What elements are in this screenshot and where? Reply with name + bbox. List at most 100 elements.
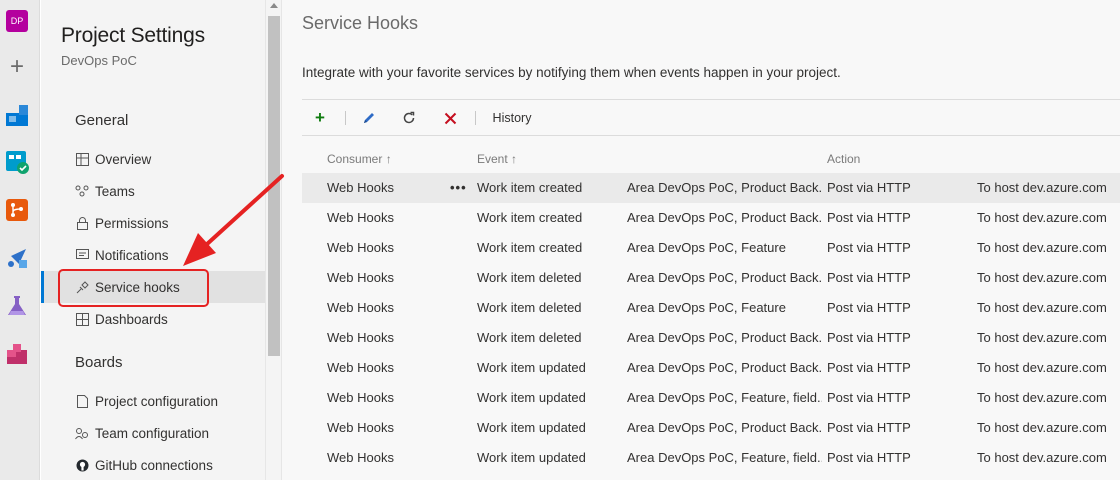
cell-consumer: Web Hooks [327, 360, 394, 375]
sidebar-item-github-connections[interactable]: GitHub connections [41, 449, 265, 480]
column-header-event[interactable]: Event ↑ [477, 152, 517, 166]
overview-icon [75, 152, 89, 166]
section-heading-boards: Boards [75, 354, 123, 371]
cell-action: Post via HTTP [827, 210, 911, 225]
settings-sidebar: Project Settings DevOps PoC General Over… [41, 0, 265, 480]
sidebar-title: Project Settings [61, 24, 205, 47]
edit-button[interactable] [360, 108, 378, 128]
cell-consumer: Web Hooks [327, 420, 394, 435]
cell-event: Work item created [477, 180, 583, 195]
table-row[interactable]: Web Hooks Work item created Area DevOps … [302, 203, 1120, 233]
cell-event: Work item deleted [477, 270, 582, 285]
artifacts-icon[interactable] [5, 342, 29, 366]
table-row[interactable]: Web Hooks Work item deleted Area DevOps … [302, 293, 1120, 323]
sidebar-item-label: Team configuration [95, 425, 210, 441]
scrollbar-thumb[interactable] [268, 16, 280, 356]
cell-filter: Area DevOps PoC, Product Back... [627, 360, 822, 375]
sidebar-item-permissions[interactable]: Permissions [41, 207, 265, 239]
add-button[interactable]: + [312, 108, 328, 128]
sidebar-item-overview[interactable]: Overview [41, 143, 265, 175]
cell-action: Post via HTTP [827, 420, 911, 435]
cell-event: Work item deleted [477, 330, 582, 345]
cell-filter: Area DevOps PoC, Feature [627, 300, 786, 315]
cell-event: Work item created [477, 210, 583, 225]
cell-filter: Area DevOps PoC, Feature, field... [627, 390, 822, 405]
cell-target: To host dev.azure.com [977, 180, 1107, 195]
main-content: Service Hooks Integrate with your favori… [282, 0, 1120, 480]
table-row[interactable]: Web Hooks ••• Work item created Area Dev… [302, 173, 1120, 203]
delete-icon [444, 112, 456, 124]
cell-consumer: Web Hooks [327, 390, 394, 405]
table-row[interactable]: Web Hooks Work item created Area DevOps … [302, 233, 1120, 263]
boards-icon[interactable] [5, 150, 29, 174]
refresh-icon [403, 111, 415, 124]
column-header-action[interactable]: Action [827, 152, 860, 166]
notifications-icon [75, 248, 89, 262]
cell-consumer: Web Hooks [327, 210, 394, 225]
plus-icon[interactable]: + [5, 55, 29, 79]
table-row[interactable]: Web Hooks Work item deleted Area DevOps … [302, 323, 1120, 353]
sort-up-icon: ↑ [511, 152, 518, 166]
cell-filter: Area DevOps PoC, Product Back... [627, 420, 822, 435]
cell-consumer: Web Hooks [327, 270, 394, 285]
cell-action: Post via HTTP [827, 450, 911, 465]
delete-button[interactable] [441, 108, 459, 128]
toolbar: + History [302, 99, 1120, 136]
cell-filter: Area DevOps PoC, Feature [627, 240, 786, 255]
dashboards-icon [75, 312, 89, 326]
cell-filter: Area DevOps PoC, Product Back... [627, 330, 822, 345]
org-badge[interactable]: DP [6, 10, 28, 32]
project-name: DevOps PoC [61, 53, 137, 68]
cell-action: Post via HTTP [827, 270, 911, 285]
sidebar-item-label: GitHub connections [95, 457, 213, 473]
sidebar-item-label: Overview [95, 151, 152, 167]
sidebar-item-team-configuration[interactable]: Team configuration [41, 417, 265, 449]
toolbar-separator [345, 111, 346, 125]
cell-target: To host dev.azure.com [977, 360, 1107, 375]
table-row[interactable]: Web Hooks Work item updated Area DevOps … [302, 383, 1120, 413]
overview-icon[interactable] [5, 103, 29, 127]
table-row[interactable]: Web Hooks Work item deleted Area DevOps … [302, 263, 1120, 293]
cell-event: Work item deleted [477, 300, 582, 315]
page-title: Service Hooks [302, 13, 419, 33]
scroll-up-icon[interactable] [270, 3, 278, 8]
pipelines-icon[interactable] [5, 246, 29, 270]
cell-event: Work item updated [477, 360, 586, 375]
sidebar-item-project-configuration[interactable]: Project configuration [41, 385, 265, 417]
cell-consumer: Web Hooks [327, 330, 394, 345]
sidebar-item-label: Dashboards [95, 311, 168, 327]
sidebar-item-teams[interactable]: Teams [41, 175, 265, 207]
cell-target: To host dev.azure.com [977, 300, 1107, 315]
sidebar-item-label: Permissions [95, 215, 169, 231]
cell-target: To host dev.azure.com [977, 270, 1107, 285]
refresh-button[interactable] [400, 108, 418, 128]
github-icon [75, 458, 89, 472]
table-row[interactable]: Web Hooks Work item updated Area DevOps … [302, 353, 1120, 383]
lock-icon [75, 216, 89, 230]
table-row[interactable]: Web Hooks Work item updated Area DevOps … [302, 443, 1120, 473]
more-actions-icon[interactable]: ••• [450, 180, 470, 195]
column-header-consumer[interactable]: Consumer ↑ [327, 152, 392, 166]
test-plans-icon[interactable] [5, 294, 29, 318]
sidebar-item-dashboards[interactable]: Dashboards [41, 303, 265, 335]
history-button[interactable]: History [492, 108, 532, 128]
pencil-icon [364, 113, 374, 123]
cell-consumer: Web Hooks [327, 180, 394, 195]
sidebar-item-notifications[interactable]: Notifications [41, 239, 265, 271]
teams-icon [75, 184, 89, 198]
sidebar-scrollbar[interactable] [265, 0, 282, 480]
page-description: Integrate with your favorite services by… [302, 65, 841, 80]
table-row[interactable]: Web Hooks Work item updated Area DevOps … [302, 413, 1120, 443]
cell-target: To host dev.azure.com [977, 420, 1107, 435]
cell-action: Post via HTTP [827, 390, 911, 405]
sidebar-item-label: Teams [95, 183, 135, 199]
cell-event: Work item updated [477, 390, 586, 405]
cell-filter: Area DevOps PoC, Product Back... [627, 270, 822, 285]
toolbar-separator [475, 111, 476, 125]
sidebar-item-label: Notifications [95, 247, 169, 263]
section-heading-general: General [75, 112, 129, 129]
grid-header: Consumer ↑ Event ↑ Action [302, 148, 1120, 172]
repos-icon[interactable] [5, 198, 29, 222]
cell-action: Post via HTTP [827, 360, 911, 375]
cell-target: To host dev.azure.com [977, 210, 1107, 225]
